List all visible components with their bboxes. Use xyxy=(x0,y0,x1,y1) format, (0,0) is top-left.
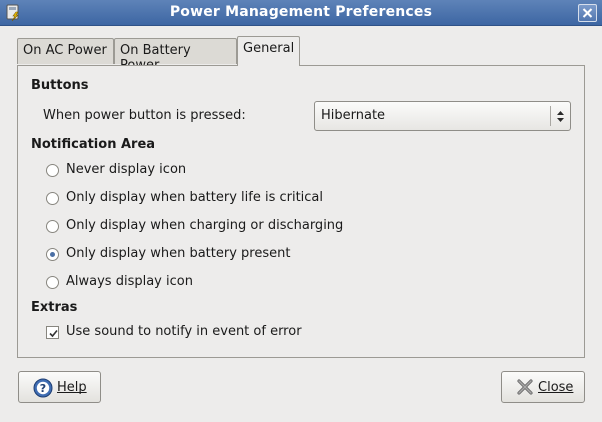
radio-label: Only display when charging or dischargin… xyxy=(66,218,344,233)
help-button[interactable]: ? Help xyxy=(18,371,101,403)
combo-arrows-icon xyxy=(556,109,565,128)
radio-button[interactable] xyxy=(46,220,59,233)
extras-heading: Extras xyxy=(31,300,78,315)
svg-text:?: ? xyxy=(40,382,46,395)
sound-notify-label: Use sound to notify in event of error xyxy=(66,324,302,339)
general-tab-panel: Buttons When power button is pressed: Hi… xyxy=(17,65,585,358)
radio-button[interactable] xyxy=(46,164,59,177)
tab-general[interactable]: General xyxy=(237,36,300,66)
tab-label: General xyxy=(243,41,295,56)
window-close-button[interactable] xyxy=(578,4,597,22)
close-x-icon xyxy=(516,378,534,400)
combo-separator xyxy=(550,106,551,126)
radio-button[interactable] xyxy=(46,276,59,289)
radio-label: Always display icon xyxy=(66,274,193,289)
window-title: Power Management Preferences xyxy=(169,4,433,20)
title-bar[interactable]: Power Management Preferences xyxy=(0,0,602,26)
tab-label: On AC Power xyxy=(23,43,107,58)
tab-on-ac-power[interactable]: On AC Power xyxy=(17,38,114,64)
power-button-action-select[interactable]: Hibernate xyxy=(314,101,571,131)
sound-notify-checkbox[interactable] xyxy=(46,326,59,339)
radio-label: Only display when battery present xyxy=(66,246,291,261)
notification-area-heading: Notification Area xyxy=(31,137,156,152)
buttons-heading: Buttons xyxy=(31,78,89,93)
power-button-label: When power button is pressed: xyxy=(43,108,246,123)
radio-button-checked[interactable] xyxy=(46,248,59,261)
radio-label: Never display icon xyxy=(66,162,187,177)
radio-label: Only display when battery life is critic… xyxy=(66,190,324,205)
close-button[interactable]: Close xyxy=(501,371,585,403)
close-button-label: Close xyxy=(538,380,574,395)
help-button-label: Help xyxy=(57,380,87,395)
radio-button[interactable] xyxy=(46,192,59,205)
help-icon: ? xyxy=(33,378,53,402)
power-button-action-value: Hibernate xyxy=(321,108,386,123)
tab-on-battery-power[interactable]: On Battery Power xyxy=(114,38,237,73)
